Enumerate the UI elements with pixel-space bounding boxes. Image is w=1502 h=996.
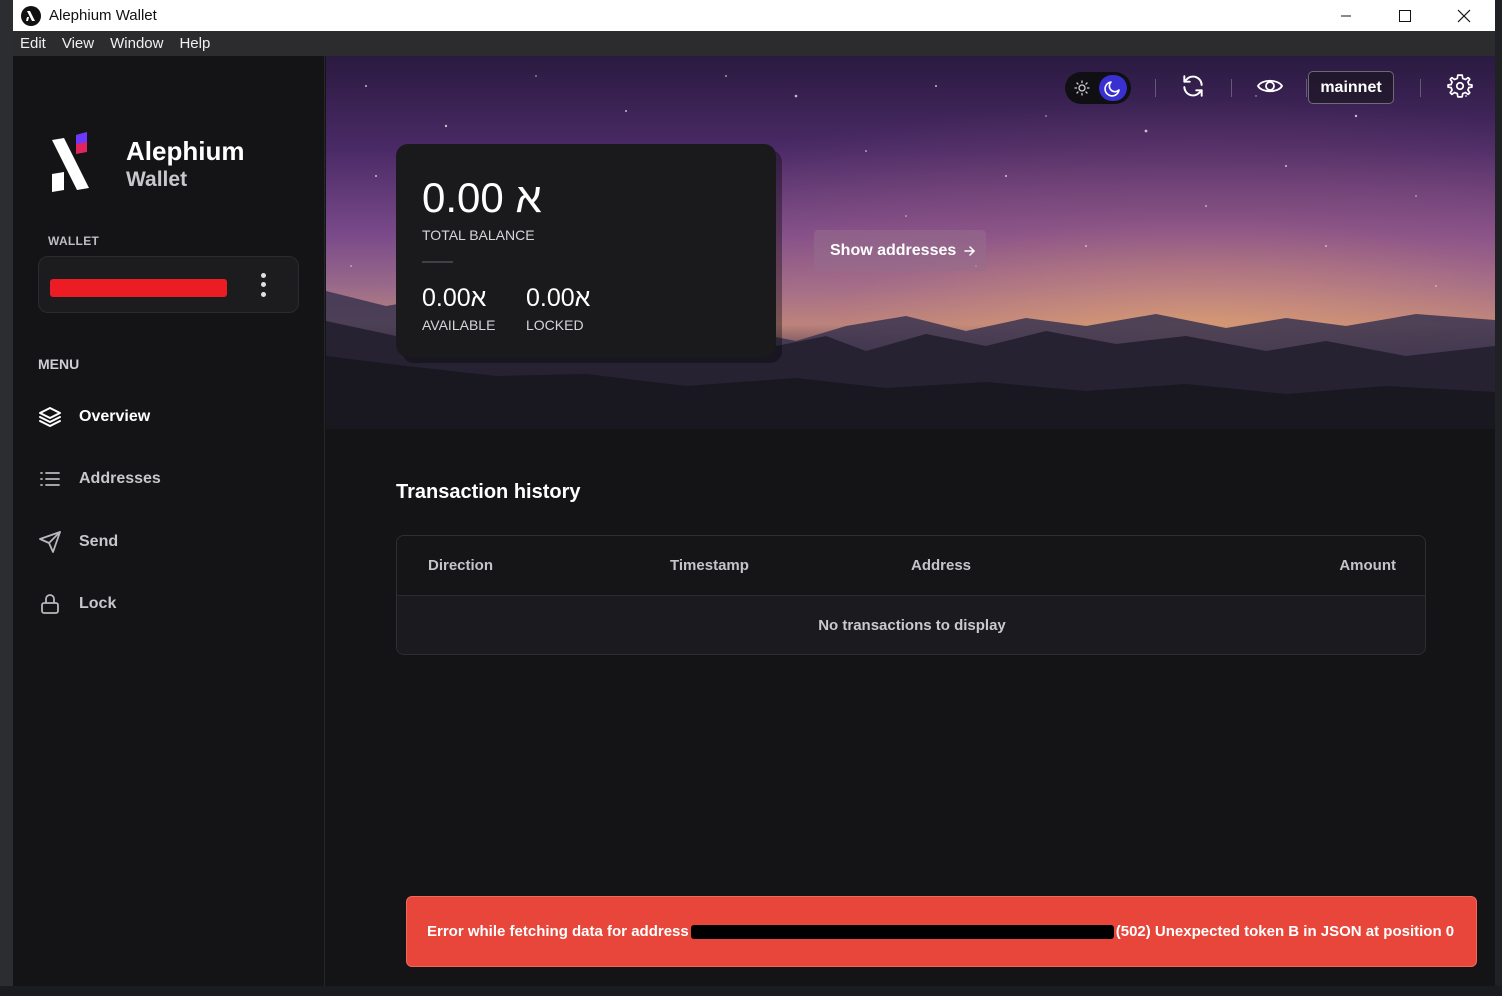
toolbar-divider bbox=[1306, 79, 1307, 97]
total-balance-value: 0.00 א bbox=[422, 174, 542, 222]
menu-window[interactable]: Window bbox=[110, 35, 163, 52]
empty-state: No transactions to display bbox=[397, 596, 1425, 654]
menu-bar: Edit View Window Help bbox=[13, 31, 1495, 56]
eye-icon bbox=[1256, 75, 1284, 102]
settings-button[interactable] bbox=[1443, 72, 1477, 104]
window-title: Alephium Wallet bbox=[49, 7, 157, 24]
available-balance-label: AVAILABLE bbox=[422, 317, 496, 333]
redacted-address bbox=[690, 924, 1114, 939]
column-timestamp[interactable]: Timestamp bbox=[670, 557, 749, 574]
transaction-table: Direction Timestamp Address Amount No tr… bbox=[396, 535, 1426, 655]
wallet-section-label: WALLET bbox=[48, 234, 100, 248]
list-icon bbox=[38, 467, 62, 491]
alephium-logo bbox=[49, 130, 95, 199]
layers-icon bbox=[38, 405, 62, 429]
nav-send-label: Send bbox=[79, 533, 119, 550]
more-vertical-icon[interactable] bbox=[255, 271, 271, 299]
show-addresses-button[interactable]: Show addresses bbox=[814, 230, 986, 271]
menu-edit[interactable]: Edit bbox=[20, 35, 46, 52]
nav-send[interactable]: Send bbox=[38, 527, 118, 557]
available-balance-value: 0.00א bbox=[422, 284, 486, 313]
brand-name: Alephium bbox=[126, 136, 245, 166]
toolbar-divider bbox=[1231, 79, 1232, 97]
brand-subtitle: Wallet bbox=[126, 168, 188, 191]
lock-icon bbox=[38, 592, 62, 616]
table-header: Direction Timestamp Address Amount bbox=[397, 536, 1425, 596]
error-prefix: Error while fetching data for address bbox=[427, 923, 689, 940]
nav-lock[interactable]: Lock bbox=[38, 589, 116, 619]
balance-card: 0.00 א TOTAL BALANCE 0.00א AVAILABLE 0.0… bbox=[396, 144, 776, 357]
refresh-icon bbox=[1180, 73, 1206, 104]
menu-help[interactable]: Help bbox=[179, 35, 210, 52]
show-addresses-label: Show addresses bbox=[830, 241, 957, 259]
nav-lock-label: Lock bbox=[79, 595, 117, 612]
minimize-button[interactable] bbox=[1317, 0, 1375, 31]
desktop-background-right bbox=[1495, 0, 1502, 996]
nav-overview[interactable]: Overview bbox=[38, 402, 150, 432]
column-direction[interactable]: Direction bbox=[428, 557, 493, 574]
wallet-name-redacted bbox=[50, 279, 227, 297]
total-balance-label: TOTAL BALANCE bbox=[422, 227, 535, 243]
transaction-history-title: Transaction history bbox=[396, 481, 581, 503]
nav-addresses[interactable]: Addresses bbox=[38, 464, 161, 494]
alph-symbol: א bbox=[470, 284, 487, 312]
menu-view[interactable]: View bbox=[62, 35, 94, 52]
arrow-right-icon bbox=[964, 245, 976, 257]
theme-toggle[interactable] bbox=[1065, 72, 1131, 104]
toolbar-divider bbox=[1420, 79, 1421, 97]
send-icon bbox=[38, 530, 62, 554]
error-toast[interactable]: Error while fetching data for address (5… bbox=[406, 896, 1477, 967]
balance-divider bbox=[422, 261, 453, 263]
nav-addresses-label: Addresses bbox=[79, 470, 161, 487]
locked-balance-value: 0.00א bbox=[526, 284, 590, 313]
maximize-button[interactable] bbox=[1376, 0, 1434, 31]
sun-icon[interactable] bbox=[1069, 75, 1095, 101]
toggle-visibility-button[interactable] bbox=[1253, 72, 1287, 104]
app-window: Alephium Wallet Edit View Window Help Al… bbox=[13, 0, 1495, 986]
overview-header: mainnet 0.00 א TOTAL BALANCE 0.00א AVAIL… bbox=[326, 56, 1495, 429]
error-suffix: (502) Unexpected token B in JSON at posi… bbox=[1115, 923, 1455, 940]
network-selector[interactable]: mainnet bbox=[1308, 71, 1394, 104]
gear-icon bbox=[1447, 73, 1473, 104]
title-bar: Alephium Wallet bbox=[13, 0, 1495, 31]
sidebar: Alephium Wallet WALLET MENU Overview Add… bbox=[13, 56, 325, 986]
refresh-button[interactable] bbox=[1176, 72, 1210, 104]
moon-icon[interactable] bbox=[1099, 75, 1127, 101]
alph-symbol: א bbox=[515, 174, 542, 221]
toolbar-divider bbox=[1155, 79, 1156, 97]
alph-symbol: א bbox=[574, 284, 591, 312]
close-button[interactable] bbox=[1435, 0, 1493, 31]
menu-section-label: MENU bbox=[38, 356, 80, 372]
column-amount[interactable]: Amount bbox=[1339, 557, 1396, 574]
column-address[interactable]: Address bbox=[911, 557, 971, 574]
available-balance-amount: 0.00 bbox=[422, 284, 471, 312]
locked-balance-amount: 0.00 bbox=[526, 284, 575, 312]
nav-overview-label: Overview bbox=[79, 408, 151, 425]
desktop-background-left bbox=[0, 0, 13, 996]
locked-balance-label: LOCKED bbox=[526, 317, 584, 333]
desktop-background-bottom bbox=[0, 986, 1502, 996]
total-balance-amount: 0.00 bbox=[422, 174, 504, 221]
wallet-selector[interactable] bbox=[38, 256, 299, 313]
alephium-app-icon bbox=[21, 5, 41, 26]
